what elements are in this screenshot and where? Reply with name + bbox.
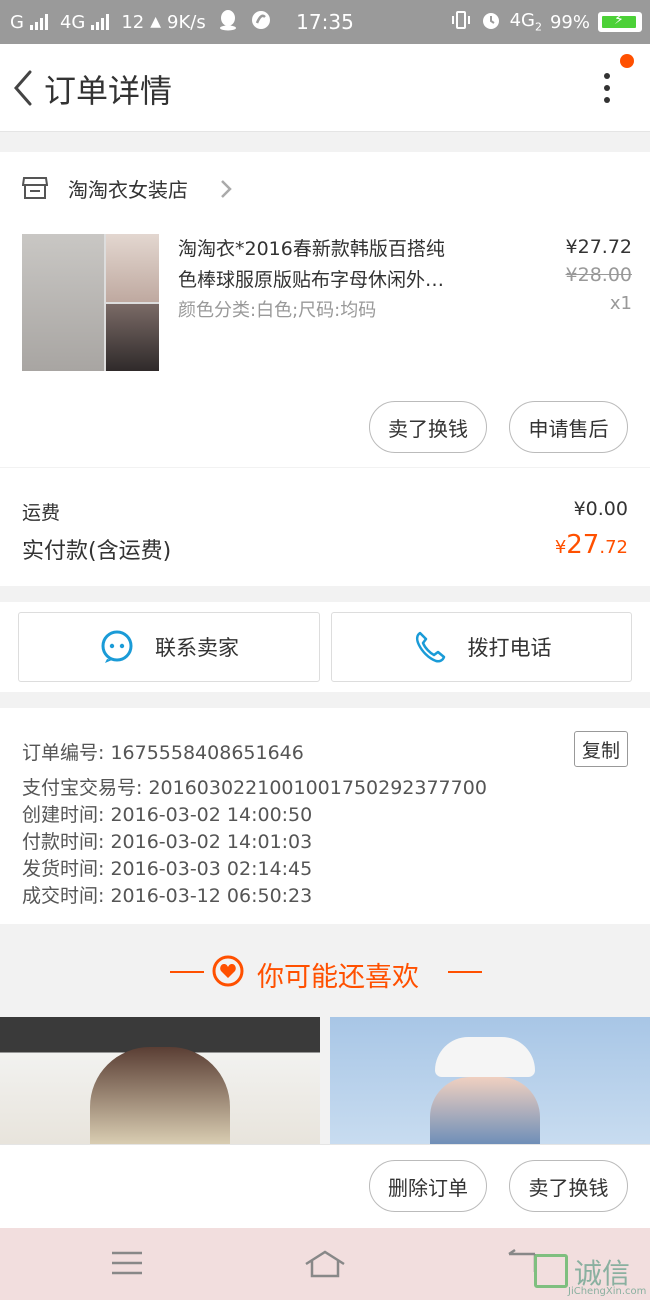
paid-time: 付款时间: 2016-03-02 14:01:03 bbox=[22, 831, 313, 853]
menu-icon[interactable] bbox=[110, 1248, 144, 1278]
paid-decimal: .72 bbox=[599, 537, 628, 558]
contact-seller-button[interactable]: 联系卖家 bbox=[18, 612, 320, 682]
after-sale-button[interactable]: 申请售后 bbox=[509, 401, 628, 453]
shipped-time: 发货时间: 2016-03-03 02:14:45 bbox=[22, 858, 313, 880]
paid-currency: ¥ bbox=[554, 537, 567, 558]
paid-amount: ¥27.72 bbox=[555, 530, 628, 560]
chevron-left-icon bbox=[14, 70, 32, 106]
product-sku: 颜色分类:白色;尺码:均码 bbox=[178, 300, 377, 321]
bottom-sell-button[interactable]: 卖了换钱 bbox=[509, 1160, 628, 1212]
fees-section: 运费 ¥0.00 实付款(含运费) ¥27.72 bbox=[0, 468, 650, 586]
watermark: 诚信 JiChengXin.com bbox=[532, 1252, 650, 1300]
page-header: 订单详情 bbox=[0, 44, 650, 132]
phone-icon bbox=[415, 631, 445, 663]
product-quantity: x1 bbox=[609, 293, 632, 314]
more-button[interactable] bbox=[595, 68, 619, 112]
bottom-action-bar: 删除订单 卖了换钱 bbox=[0, 1144, 650, 1228]
page-title: 订单详情 bbox=[44, 72, 173, 110]
back-button[interactable] bbox=[8, 66, 42, 110]
recommend-header: 你可能还喜欢 bbox=[0, 925, 650, 1015]
heart-icon bbox=[212, 955, 244, 987]
chat-bubble-icon bbox=[101, 630, 133, 663]
status-right: 4G2 99% ⚡ bbox=[450, 9, 642, 36]
network-type: 4G bbox=[509, 10, 535, 32]
network-label: 4G bbox=[59, 11, 86, 33]
paid-integer: 27 bbox=[566, 530, 600, 560]
paid-label: 实付款(含运费) bbox=[22, 539, 172, 564]
vibrate-icon bbox=[450, 9, 472, 36]
battery-percent: 99% bbox=[549, 11, 590, 33]
more-vertical-icon bbox=[604, 73, 610, 103]
product-price: ¥27.72 bbox=[565, 236, 632, 258]
divider-right bbox=[448, 971, 482, 973]
battery-icon: ⚡ bbox=[598, 12, 642, 32]
home-icon[interactable] bbox=[303, 1248, 347, 1280]
call-label: 拨打电话 bbox=[467, 636, 552, 660]
watermark-logo bbox=[534, 1254, 568, 1288]
contact-seller-label: 联系卖家 bbox=[155, 636, 239, 660]
recommend-product-image-2[interactable] bbox=[330, 1017, 650, 1144]
recommend-product-image-1[interactable] bbox=[0, 1017, 320, 1144]
call-button[interactable]: 拨打电话 bbox=[331, 612, 632, 682]
status-left: G 4G 12 ▲ 9K/s bbox=[10, 9, 272, 36]
product-title-line2: 色棒球服原版贴布字母休闲外… bbox=[178, 269, 445, 291]
shipping-label: 运费 bbox=[22, 502, 61, 524]
order-number: 订单编号: 1675558408651646 bbox=[22, 742, 304, 764]
product-image[interactable] bbox=[22, 234, 159, 371]
network-label-2: 4G2 bbox=[510, 10, 542, 34]
product-title[interactable]: 淘淘衣*2016春新款韩版百搭纯 色棒球服原版贴布字母休闲外… bbox=[178, 234, 498, 296]
product-original-price: ¥28.00 bbox=[565, 264, 632, 286]
sim-index: 2 bbox=[534, 20, 542, 34]
created-time: 创建时间: 2016-03-02 14:00:50 bbox=[22, 804, 313, 826]
alarm-icon bbox=[480, 9, 502, 36]
sell-button[interactable]: 卖了换钱 bbox=[369, 401, 487, 453]
status-bar: G 4G 12 ▲ 9K/s 17:35 4G2 99% ⚡ bbox=[0, 0, 650, 44]
browser-icon bbox=[250, 9, 272, 36]
shop-row[interactable]: 淘淘衣女装店 bbox=[0, 152, 650, 222]
copy-button[interactable]: 复制 bbox=[574, 731, 628, 767]
download-arrow-icon: ▲ bbox=[150, 14, 162, 30]
alipay-trade-number: 支付宝交易号: 2016030221001001750292377700 bbox=[22, 777, 487, 799]
chevron-right-icon bbox=[221, 180, 232, 198]
notification-dot bbox=[620, 54, 634, 68]
network-speed: 9K/s bbox=[167, 11, 206, 33]
recommend-title: 你可能还喜欢 bbox=[257, 962, 419, 993]
shop-icon bbox=[22, 177, 48, 199]
divider-left bbox=[170, 971, 204, 973]
completed-time: 成交时间: 2016-03-12 06:50:23 bbox=[22, 885, 313, 907]
notification-count: 12 bbox=[121, 11, 145, 33]
carrier-label: G bbox=[10, 11, 24, 33]
watermark-sub: JiChengXin.com bbox=[568, 1286, 647, 1297]
order-item-section: 淘淘衣女装店 淘淘衣*2016春新款韩版百搭纯 色棒球服原版贴布字母休闲外… 颜… bbox=[0, 152, 650, 467]
signal-icon-2 bbox=[91, 14, 110, 30]
qq-icon bbox=[218, 9, 238, 36]
status-time: 17:35 bbox=[296, 10, 354, 34]
shipping-value: ¥0.00 bbox=[573, 498, 628, 520]
shop-name: 淘淘衣女装店 bbox=[68, 178, 188, 202]
product-title-line1: 淘淘衣*2016春新款韩版百搭纯 bbox=[178, 238, 445, 260]
signal-icon bbox=[29, 14, 48, 30]
delete-order-button[interactable]: 删除订单 bbox=[369, 1160, 487, 1212]
